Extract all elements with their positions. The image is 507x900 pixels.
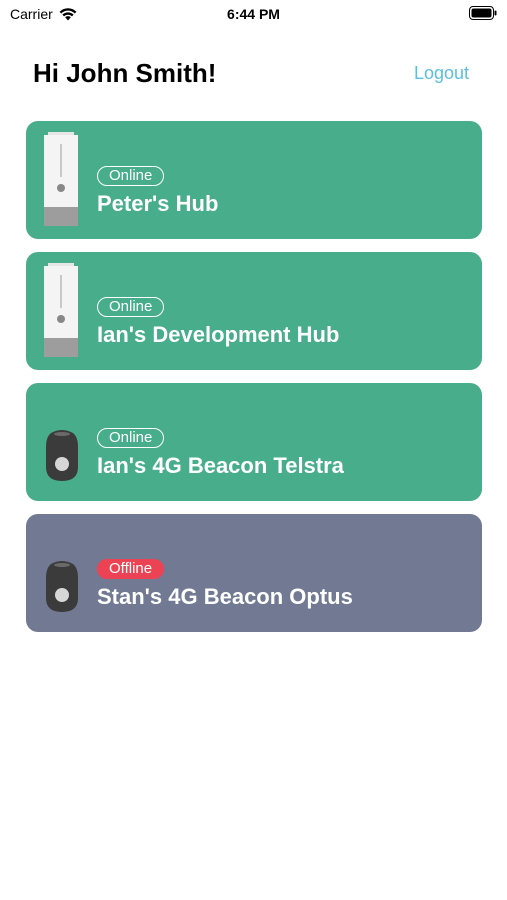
- device-card-ians-development-hub[interactable]: Online Ian's Development Hub: [26, 252, 482, 370]
- status-badge: Offline: [97, 559, 165, 579]
- battery-icon: [469, 6, 497, 23]
- device-card-ians-4g-beacon-telstra[interactable]: Online Ian's 4G Beacon Telstra: [26, 383, 482, 501]
- page-title: Hi John Smith!: [33, 58, 217, 88]
- device-name: Ian's 4G Beacon Telstra: [97, 453, 344, 478]
- status-time: 6:44 PM: [227, 6, 280, 22]
- device-card-stans-4g-beacon-optus[interactable]: Offline Stan's 4G Beacon Optus: [26, 514, 482, 632]
- device-list: Online Peter's Hub Online Ian's Developm…: [26, 121, 482, 645]
- beacon-icon: [46, 430, 78, 481]
- status-bar: Carrier 6:44 PM: [0, 0, 507, 28]
- device-name: Stan's 4G Beacon Optus: [97, 584, 353, 609]
- device-card-peters-hub[interactable]: Online Peter's Hub: [26, 121, 482, 239]
- device-name: Peter's Hub: [97, 191, 219, 216]
- device-name: Ian's Development Hub: [97, 322, 340, 347]
- logout-button[interactable]: Logout: [414, 63, 469, 84]
- hub-icon: [44, 263, 78, 357]
- hub-icon: [44, 132, 78, 226]
- beacon-icon: [46, 561, 78, 612]
- status-badge: Online: [97, 297, 165, 317]
- status-badge: Online: [97, 428, 165, 448]
- status-badge: Online: [97, 166, 165, 186]
